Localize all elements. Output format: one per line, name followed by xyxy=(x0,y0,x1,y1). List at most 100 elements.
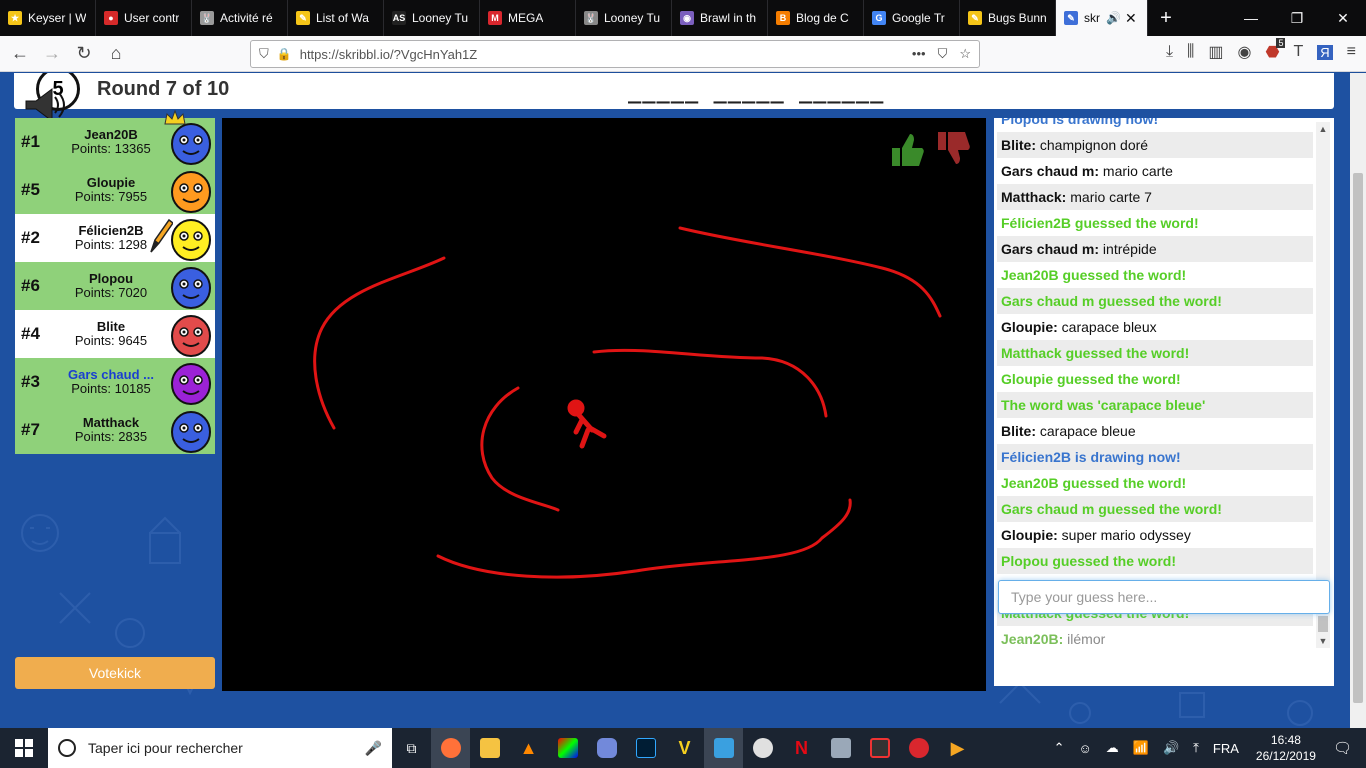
media-player-icon[interactable]: ▶ xyxy=(938,728,977,768)
tab-2[interactable]: 🐰 Activité ré xyxy=(192,0,288,36)
round-indicator: Round 7 of 10 xyxy=(97,78,230,100)
firefox-icon[interactable] xyxy=(431,728,470,768)
thumbs-up-icon[interactable] xyxy=(886,130,926,170)
show-hidden-icons[interactable]: ⌃ xyxy=(1047,740,1072,756)
notifications-icon[interactable]: 🗨 xyxy=(1326,739,1366,757)
onedrive-icon[interactable]: ☁ xyxy=(1099,740,1126,756)
library-icon[interactable]: ⫼ xyxy=(1187,43,1194,61)
chat-message: Gars chaud m guessed the word! xyxy=(997,496,1313,522)
new-tab-button[interactable]: + xyxy=(1148,0,1184,36)
tab-4[interactable]: AS Looney Tu xyxy=(384,0,480,36)
tab-3[interactable]: ✎ List of Wa xyxy=(288,0,384,36)
player-row[interactable]: #6 Plopou Points: 7020 xyxy=(15,262,215,310)
network-icon[interactable]: 📶 xyxy=(1126,740,1156,756)
mega-icon[interactable] xyxy=(899,728,938,768)
tab-label: skr xyxy=(1084,11,1100,25)
adblock-icon[interactable]: ⬣ 5 xyxy=(1266,38,1286,62)
player-row[interactable]: #1 Jean20B Points: 13365 xyxy=(15,110,215,166)
volume-icon[interactable]: 🔊 xyxy=(1156,740,1186,756)
player-info: Plopou Points: 7020 xyxy=(55,272,167,300)
chat-text: carapace bleue xyxy=(1036,423,1136,439)
pocket-icon[interactable]: ⛉ xyxy=(938,46,948,62)
sidebar-icon[interactable]: ▥ xyxy=(1208,42,1223,62)
back-button[interactable]: ← xyxy=(4,38,36,70)
chat-message: Gars chaud m guessed the word! xyxy=(997,288,1313,314)
page-scroll-thumb[interactable] xyxy=(1353,173,1363,703)
tab-5[interactable]: M MEGA xyxy=(480,0,576,36)
app-icon-dark[interactable] xyxy=(860,728,899,768)
account-icon[interactable]: ◉ xyxy=(1238,42,1252,62)
restore-button[interactable]: ❐ xyxy=(1274,0,1320,36)
tab-favicon-icon: ● xyxy=(104,11,118,25)
netflix-icon[interactable]: N xyxy=(782,728,821,768)
system-clock[interactable]: 16:48 26/12/2019 xyxy=(1246,732,1326,764)
bookmark-star-icon[interactable]: ☆ xyxy=(959,46,971,62)
upload-icon[interactable]: ⤒ xyxy=(1186,740,1206,756)
tab-6[interactable]: 🐰 Looney Tu xyxy=(576,0,672,36)
microphone-icon[interactable]: 🎤 xyxy=(365,740,382,757)
people-icon[interactable]: ☺ xyxy=(1071,741,1098,756)
movie-maker-icon[interactable] xyxy=(704,728,743,768)
photoshop-icon[interactable] xyxy=(626,728,665,768)
color-app-icon[interactable] xyxy=(548,728,587,768)
chat-message: Matthack: mario carte 7 xyxy=(997,184,1313,210)
yandex-icon[interactable]: Я xyxy=(1317,44,1333,60)
forward-button[interactable]: → xyxy=(36,38,68,70)
tab-1[interactable]: ● User contr xyxy=(96,0,192,36)
tab-0[interactable]: ★ Keyser | W xyxy=(0,0,96,36)
reload-button[interactable]: ↻ xyxy=(68,38,100,70)
minimize-button[interactable]: — xyxy=(1228,0,1274,36)
scroll-down-icon[interactable]: ▼ xyxy=(1316,634,1330,648)
player-row[interactable]: #5 Gloupie Points: 7955 xyxy=(15,166,215,214)
chat-scrollbar[interactable]: ▲ ▼ xyxy=(1316,122,1330,648)
shield-icon[interactable]: ⛉ xyxy=(259,46,269,62)
chat-messages: Plopou is drawing now! Blite: champignon … xyxy=(997,118,1313,648)
download-icon[interactable]: ⤓ xyxy=(1166,43,1173,61)
start-button[interactable] xyxy=(0,728,48,768)
translate-icon[interactable]: T xyxy=(1293,43,1303,61)
task-view-icon[interactable]: ⧉ xyxy=(392,728,431,768)
tab-label: Brawl in th xyxy=(700,11,757,25)
address-bar[interactable]: ⛉ 🔒 https://skribbl.io/?VgcHnYah1Z ••• ⛉… xyxy=(250,40,980,68)
paint-icon[interactable] xyxy=(743,728,782,768)
close-tab-icon[interactable]: ✕ xyxy=(1125,10,1137,27)
window-controls: — ❐ ✕ xyxy=(1228,0,1366,36)
tab-favicon-icon: 🐰 xyxy=(584,11,598,25)
tab-favicon-icon: ★ xyxy=(8,11,22,25)
chat-author: Jean20B: xyxy=(1001,631,1064,647)
player-info: Jean20B Points: 13365 xyxy=(55,128,167,156)
drawing-canvas[interactable] xyxy=(222,118,986,691)
menu-icon[interactable]: ≡ xyxy=(1347,43,1356,61)
tab-10[interactable]: ✎ Bugs Bunn xyxy=(960,0,1056,36)
player-row[interactable]: #2 Félicien2B Points: 1298 xyxy=(15,214,215,262)
discord-icon[interactable] xyxy=(587,728,626,768)
player-name: Jean20B xyxy=(84,127,138,142)
thumbs-down-icon[interactable] xyxy=(932,128,972,168)
tab-active[interactable]: ✎ skr 🔊 ✕ xyxy=(1056,0,1148,36)
file-explorer-icon[interactable] xyxy=(470,728,509,768)
guess-input[interactable] xyxy=(998,580,1330,614)
player-row[interactable]: #4 Blite Points: 9645 xyxy=(15,310,215,358)
vegas-icon[interactable]: V xyxy=(665,728,704,768)
app-icon-gray[interactable] xyxy=(821,728,860,768)
page-actions-icon[interactable]: ••• xyxy=(912,46,926,62)
tab-8[interactable]: B Blog de C xyxy=(768,0,864,36)
player-row[interactable]: #7 Matthack Points: 2835 xyxy=(15,406,215,454)
close-window-button[interactable]: ✕ xyxy=(1320,0,1366,36)
chat-scroll-thumb[interactable] xyxy=(1318,616,1328,632)
speaker-icon[interactable]: 🔊 xyxy=(1106,11,1121,25)
tab-9[interactable]: G Google Tr xyxy=(864,0,960,36)
vlc-icon[interactable]: ▲ xyxy=(509,728,548,768)
chat-text: Félicien2B guessed the word! xyxy=(1001,215,1199,231)
player-points: Points: 7020 xyxy=(74,285,148,300)
scroll-up-icon[interactable]: ▲ xyxy=(1316,122,1330,136)
home-button[interactable]: ⌂ xyxy=(100,38,132,70)
url-text[interactable]: https://skribbl.io/?VgcHnYah1Z xyxy=(300,47,478,62)
tab-7[interactable]: ◉ Brawl in th xyxy=(672,0,768,36)
language-indicator[interactable]: FRA xyxy=(1206,741,1246,756)
votekick-button[interactable]: Votekick xyxy=(15,657,215,689)
page-scrollbar[interactable] xyxy=(1350,73,1366,728)
lock-icon[interactable]: 🔒 xyxy=(277,47,292,61)
taskbar-search[interactable]: Taper ici pour rechercher 🎤 xyxy=(48,728,392,768)
player-row[interactable]: #3 Gars chaud ... Points: 10185 xyxy=(15,358,215,406)
